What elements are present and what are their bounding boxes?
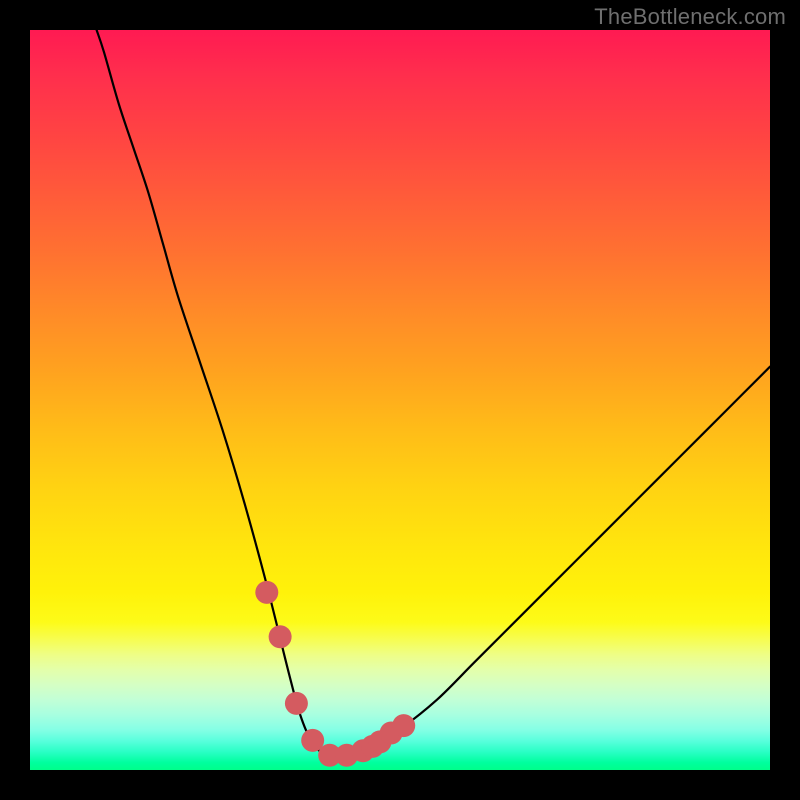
- valley-marker: [269, 625, 292, 648]
- valley-markers: [255, 581, 415, 767]
- valley-marker: [255, 581, 278, 604]
- curve-layer: [30, 30, 770, 770]
- valley-marker: [392, 714, 415, 737]
- plot-area: [30, 30, 770, 770]
- watermark-text: TheBottleneck.com: [594, 4, 786, 30]
- valley-marker: [285, 692, 308, 715]
- bottleneck-curve: [97, 30, 770, 757]
- chart-frame: TheBottleneck.com: [0, 0, 800, 800]
